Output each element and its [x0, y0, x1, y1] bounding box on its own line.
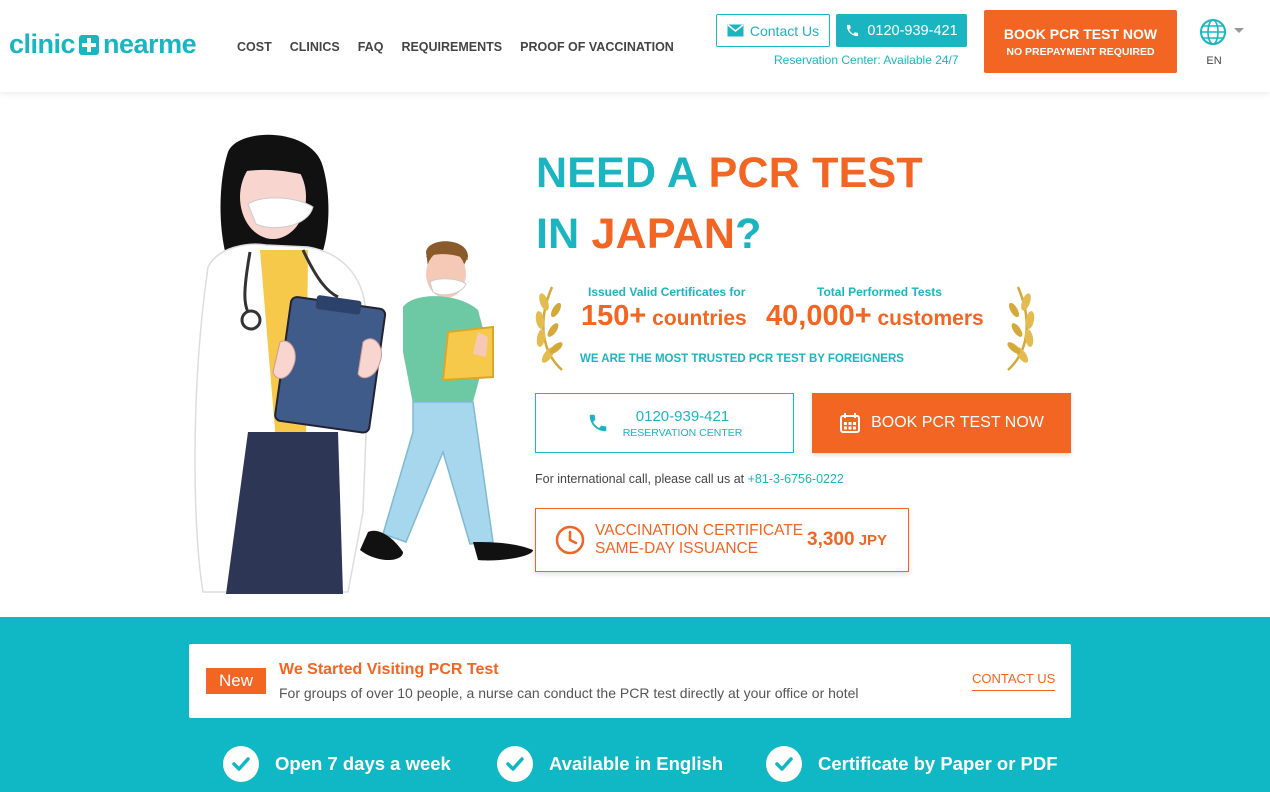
hero-need: NEED A: [536, 149, 709, 197]
vaccination-price-currency: JPY: [854, 532, 888, 549]
notice-title: We Started Visiting PCR Test: [279, 661, 499, 678]
laurel-right-icon: [1007, 286, 1035, 371]
nav-faq[interactable]: FAQ: [358, 40, 384, 54]
feature-certificate-paper-pdf: Certificate by Paper or PDF: [766, 746, 1058, 782]
phone-icon: [847, 24, 859, 37]
check-icon: [766, 746, 802, 782]
stat-tests-label: Total Performed Tests: [817, 285, 942, 299]
vaccination-text: VACCINATION CERTIFICATE SAME-DAY ISSUANC…: [595, 522, 803, 558]
hero-question: ?: [735, 210, 762, 258]
contact-us-button[interactable]: Contact Us: [716, 14, 830, 47]
language-code: EN: [1206, 55, 1222, 67]
check-icon: [223, 746, 259, 782]
vaccination-line2: SAME-DAY ISSUANCE: [595, 540, 759, 557]
intl-call-text: For international call, please call us a…: [535, 472, 748, 486]
site-header: clinic nearme COST CLINICS FAQ REQUIREME…: [0, 0, 1270, 92]
reservation-phone: 0120-939-421: [635, 407, 730, 425]
main-nav: COST CLINICS FAQ REQUIREMENTS PROOF OF V…: [237, 40, 674, 54]
feature-open-7-days: Open 7 days a week: [223, 746, 451, 782]
trusted-tagline: WE ARE THE MOST TRUSTED PCR TEST BY FORE…: [580, 353, 904, 365]
phone-button[interactable]: 0120-939-421: [836, 14, 967, 47]
international-call-note: For international call, please call us a…: [535, 472, 844, 486]
mail-icon: [727, 24, 744, 37]
globe-icon: [1200, 19, 1244, 45]
vaccination-certificate-box[interactable]: VACCINATION CERTIFICATE SAME-DAY ISSUANC…: [535, 508, 909, 572]
nav-requirements[interactable]: REQUIREMENTS: [401, 40, 502, 54]
intl-call-number[interactable]: +81-3-6756-0222: [748, 472, 844, 486]
logo[interactable]: clinic nearme: [9, 29, 197, 60]
feature-label: Open 7 days a week: [275, 753, 451, 774]
feature-available-english: Available in English: [497, 746, 723, 782]
contact-us-label: Contact Us: [749, 22, 820, 39]
laurel-left-icon: [535, 286, 563, 371]
stat-certificates-label: Issued Valid Certificates for: [588, 285, 746, 299]
hero-title: NEED A PCR TEST IN JAPAN?: [536, 143, 923, 265]
book-header-sublabel: NO PREPAYMENT REQUIRED: [1006, 45, 1155, 58]
calendar-icon: [840, 413, 861, 433]
hero-pcr-test: PCR TEST: [708, 149, 923, 197]
phone-icon: [589, 414, 606, 432]
hero-title-line1: NEED A PCR TEST: [536, 143, 923, 204]
nav-cost[interactable]: COST: [237, 40, 272, 54]
language-selector[interactable]: EN: [1199, 18, 1247, 67]
phone-label: 0120-939-421: [867, 22, 958, 39]
stat-certificates-value: 150+ countries: [581, 300, 747, 333]
reservation-center-text: 0120-939-421 RESERVATION CENTER: [623, 408, 743, 439]
doctor-illustration: [194, 134, 533, 594]
feature-label: Certificate by Paper or PDF: [818, 753, 1058, 774]
logo-text-nearme: nearme: [103, 29, 197, 59]
book-pcr-header-button[interactable]: BOOK PCR TEST NOW NO PREPAYMENT REQUIRED: [984, 10, 1177, 73]
notice-description: For groups of over 10 people, a nurse ca…: [279, 685, 859, 701]
vaccination-price: 3,300 JPY: [807, 529, 887, 551]
logo-text-clinic: clinic: [9, 29, 76, 59]
feature-label: Available in English: [549, 753, 724, 774]
hero-japan: JAPAN: [591, 210, 736, 258]
nav-proof-of-vaccination[interactable]: PROOF OF VACCINATION: [520, 40, 674, 54]
new-badge: New: [206, 668, 266, 694]
stat-certificates-unit: countries: [646, 307, 747, 330]
stat-certificates-number: 150+: [581, 300, 647, 332]
vaccination-price-value: 3,300: [807, 529, 855, 550]
trust-stats: Issued Valid Certificates for 150+ count…: [535, 282, 1040, 378]
reservation-note: Reservation Center: Available 24/7: [774, 53, 959, 67]
stat-tests-number: 40,000+: [766, 300, 872, 332]
visiting-pcr-notice: New We Started Visiting PCR Test For gro…: [189, 644, 1071, 718]
stat-tests-value: 40,000+ customers: [766, 300, 984, 333]
book-pcr-test-label: BOOK PCR TEST NOW: [871, 414, 1044, 431]
stat-tests-unit: customers: [871, 307, 984, 330]
notice-contact-us-link[interactable]: CONTACT US: [972, 671, 1056, 691]
book-pcr-test-button[interactable]: BOOK PCR TEST NOW: [812, 393, 1071, 453]
vaccination-line1: VACCINATION CERTIFICATE: [595, 522, 804, 539]
hero-in: IN: [536, 210, 592, 258]
nav-clinics[interactable]: CLINICS: [290, 40, 340, 54]
hero-title-line2: IN JAPAN?: [536, 204, 923, 265]
clock-icon: [555, 525, 585, 555]
plus-icon: [79, 34, 100, 55]
reservation-center-label: RESERVATION CENTER: [622, 426, 743, 439]
book-header-label: BOOK PCR TEST NOW: [1003, 25, 1158, 42]
chevron-down-icon: [1234, 28, 1244, 33]
check-icon: [497, 746, 533, 782]
reservation-center-button[interactable]: 0120-939-421 RESERVATION CENTER: [535, 393, 794, 453]
